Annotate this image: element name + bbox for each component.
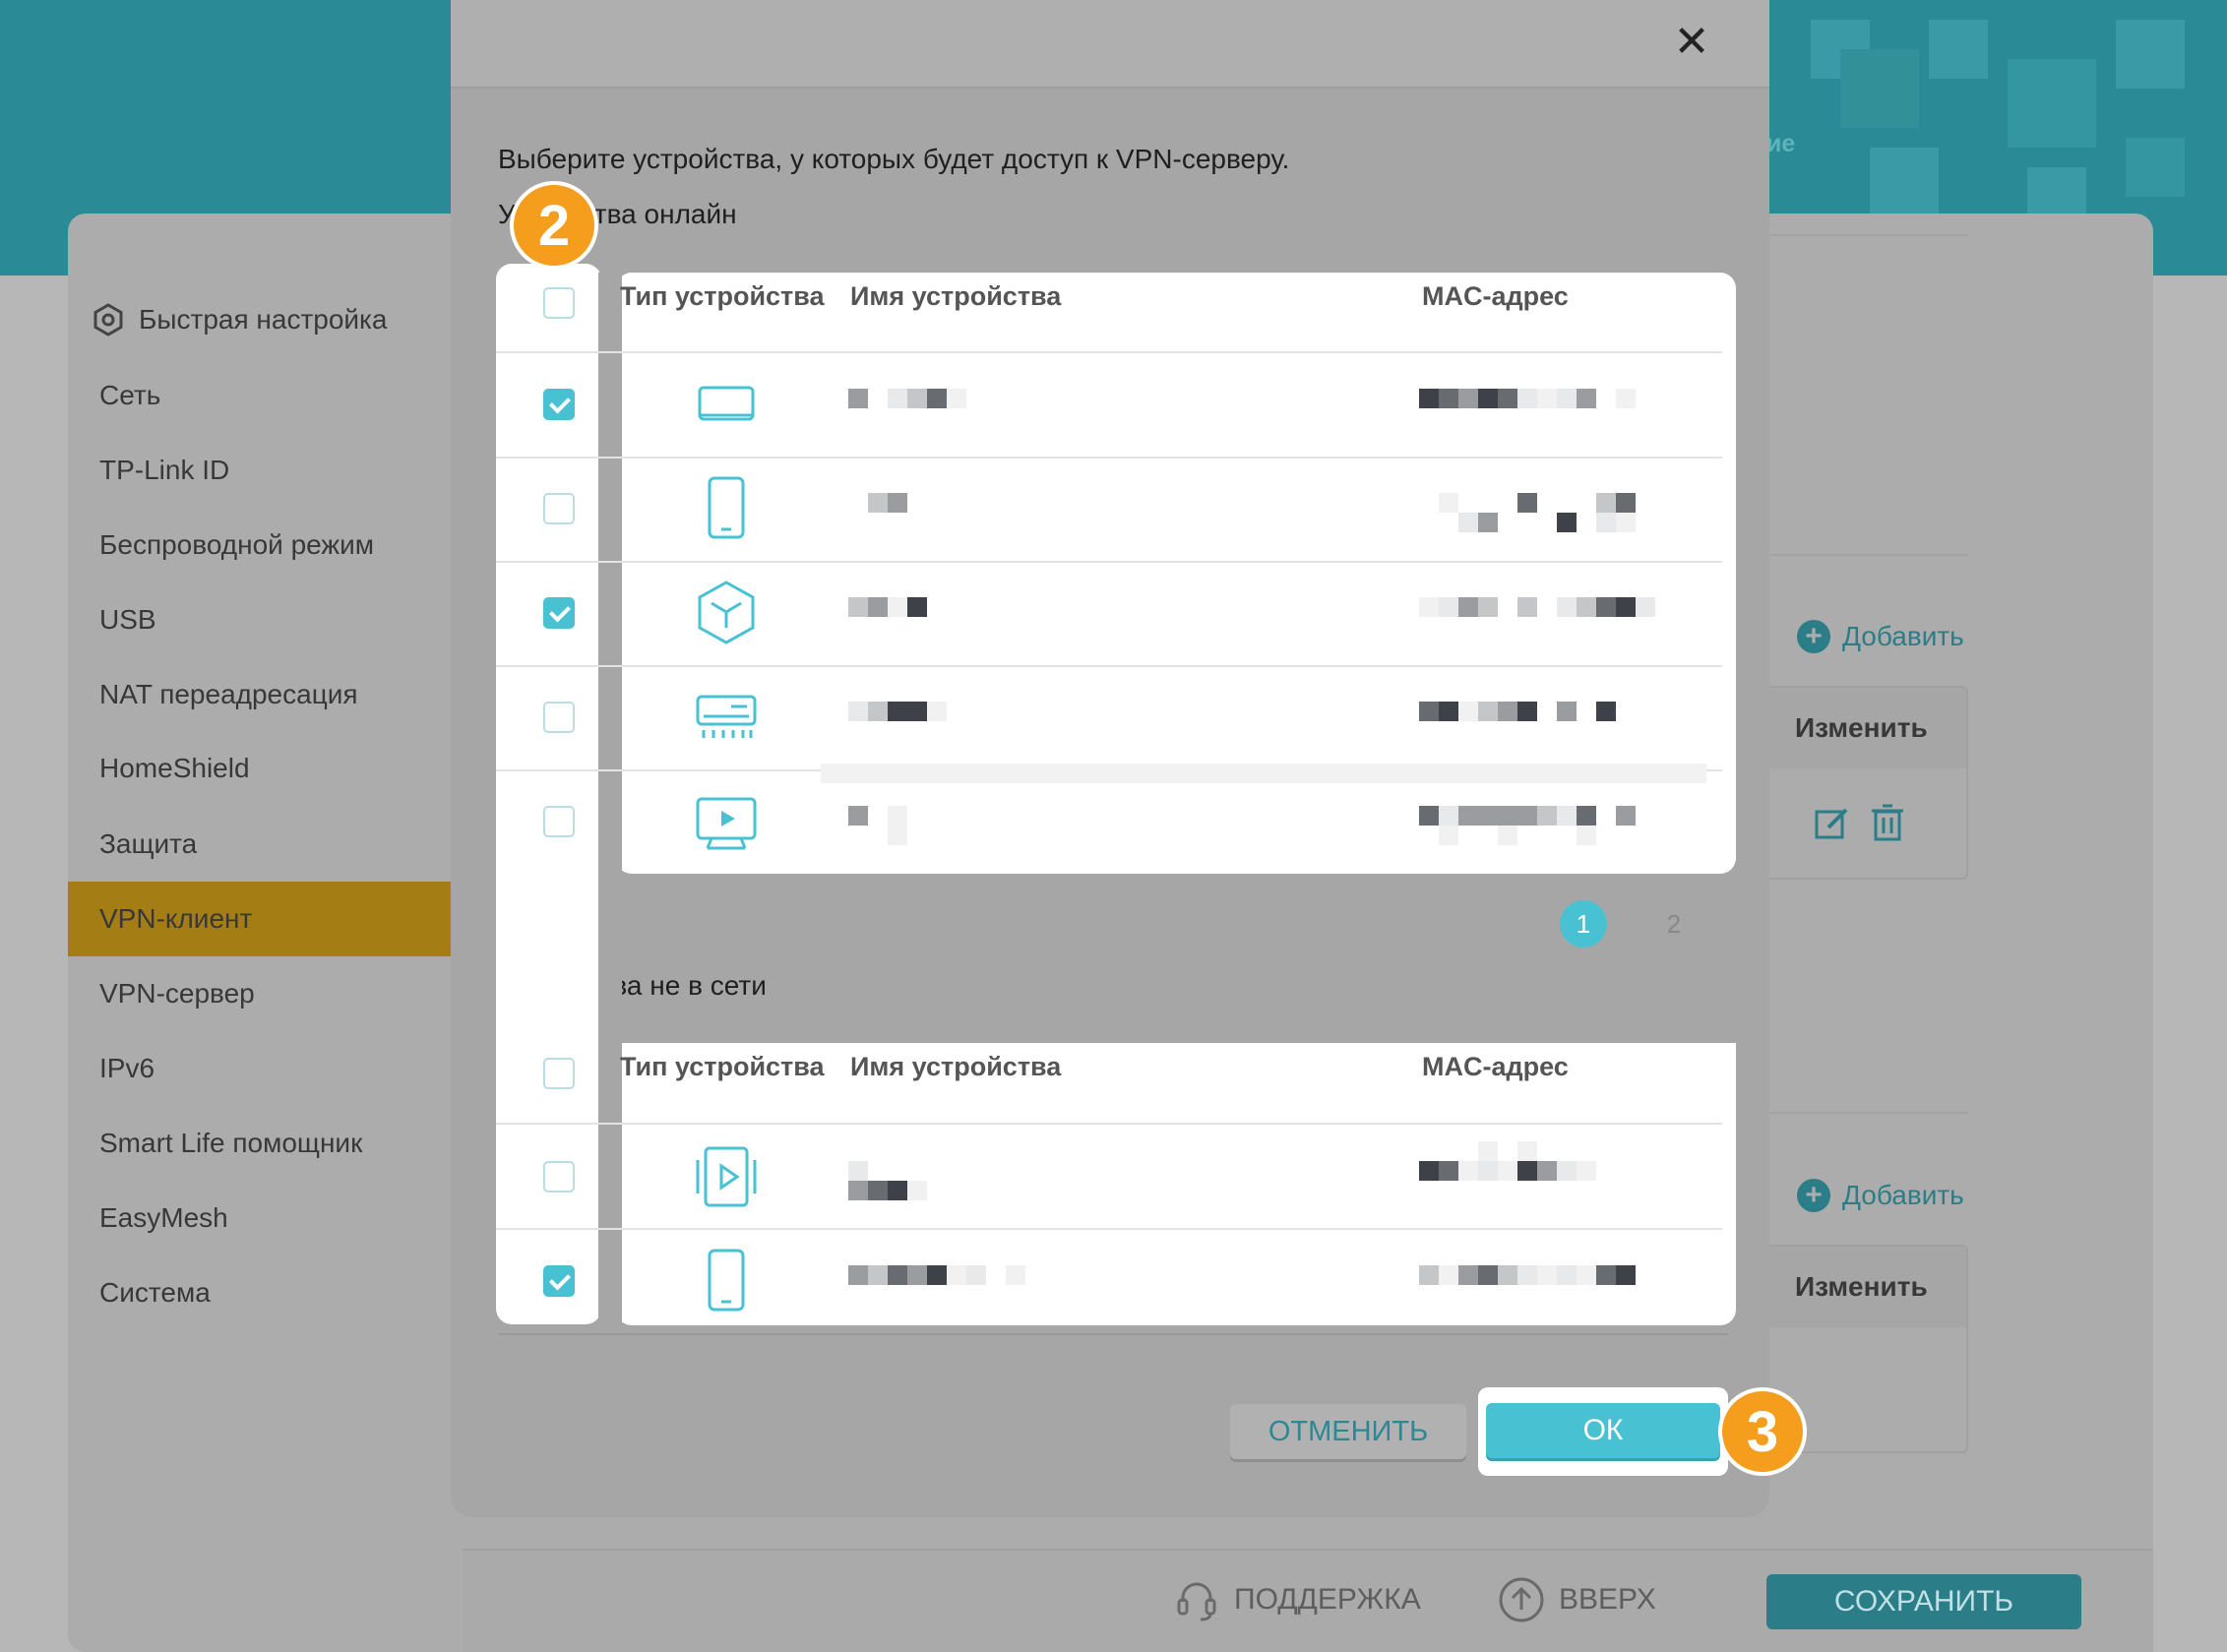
add-label: Добавить: [1842, 1180, 1964, 1210]
page-1-button[interactable]: 1: [1560, 900, 1607, 948]
col-header-mac: MAC-адрес: [1422, 281, 1569, 311]
col-header-mac: MAC-адрес: [1422, 1052, 1569, 1081]
col-header-type: Тип устройства: [620, 281, 825, 311]
row-divider: [496, 457, 1722, 459]
edit-column-header: Изменить: [1754, 1247, 1966, 1327]
row-divider: [496, 1228, 1722, 1230]
device-checkbox[interactable]: [543, 493, 575, 524]
support-link[interactable]: ПОДДЕРЖКА: [1173, 1576, 1421, 1623]
sidebar-item-label: Smart Life помощник: [99, 1128, 363, 1158]
sidebar-item[interactable]: EasyMesh: [68, 1181, 452, 1255]
sidebar-item-label: Сеть: [99, 380, 161, 410]
row-divider: [496, 665, 1722, 667]
online-title-suffix: тва онлайн: [593, 199, 737, 229]
sidebar-item-label: VPN-сервер: [99, 978, 255, 1009]
sidebar-item[interactable]: HomeShield: [68, 731, 452, 806]
back-to-top-link[interactable]: ВВЕРХ: [1498, 1576, 1656, 1623]
sidebar-item-label: IPv6: [99, 1053, 155, 1083]
online-devices-table: [616, 273, 1736, 874]
device-checkbox[interactable]: [543, 1264, 575, 1297]
add-button[interactable]: + Добавить: [1797, 1179, 1964, 1212]
header-divider: [496, 1123, 1722, 1125]
sidebar-item[interactable]: VPN-сервер: [68, 956, 452, 1031]
page-2-button[interactable]: 2: [1650, 900, 1698, 948]
sidebar-item-label: Беспроводной режим: [99, 529, 375, 560]
step-2-badge: 2: [510, 181, 598, 270]
column-gap: [598, 273, 622, 1325]
rules-table-1: Изменить: [1752, 686, 1968, 880]
device-checkbox[interactable]: [543, 1160, 575, 1193]
select-all-offline-checkbox[interactable]: [543, 1058, 575, 1089]
header-divider: [496, 351, 1722, 353]
sidebar-item-label: HomeShield: [99, 753, 250, 783]
sidebar-item[interactable]: Система: [68, 1255, 452, 1330]
col-header-name: Имя устройства: [850, 281, 1062, 311]
sidebar-item[interactable]: VPN-клиент: [68, 882, 452, 956]
sidebar-item-label: USB: [99, 604, 156, 635]
plus-icon: +: [1797, 1179, 1830, 1212]
close-icon[interactable]: ✕: [1667, 18, 1716, 67]
device-checkbox[interactable]: [543, 597, 575, 629]
tv-icon: [696, 797, 757, 850]
up-label: ВВЕРХ: [1559, 1583, 1656, 1616]
ok-button[interactable]: ОК: [1486, 1403, 1720, 1458]
delete-icon[interactable]: [1868, 802, 1907, 848]
sidebar-item[interactable]: USB: [68, 582, 452, 657]
device-checkbox[interactable]: [543, 806, 575, 837]
sidebar-item[interactable]: TP-Link ID: [68, 433, 452, 508]
edit-icon[interactable]: [1813, 804, 1852, 848]
sidebar-item-label: Система: [99, 1277, 211, 1308]
step-3-badge: 3: [1718, 1387, 1807, 1476]
cube-iot-icon: [698, 581, 755, 644]
save-button[interactable]: СОХРАНИТЬ: [1766, 1574, 2081, 1629]
device-checkbox[interactable]: [543, 702, 575, 733]
dialog-instruction: Выберите устройства, у которых будет дос…: [498, 144, 1290, 174]
support-label: ПОДДЕРЖКА: [1234, 1583, 1421, 1616]
col-header-type: Тип устройства: [620, 1052, 825, 1081]
edit-column-header: Изменить: [1754, 688, 1966, 768]
sidebar-item[interactable]: Защита: [68, 807, 452, 882]
sidebar-item-label: Защита: [99, 828, 198, 859]
add-button[interactable]: + Добавить: [1797, 620, 1964, 653]
gear-icon: [93, 303, 123, 337]
sidebar-item-label: TP-Link ID: [99, 455, 230, 485]
select-all-online-checkbox[interactable]: [543, 287, 575, 319]
sidebar-item[interactable]: IPv6: [68, 1031, 452, 1106]
media-player-icon: [696, 1146, 757, 1206]
divider: [1769, 234, 1968, 236]
header-text-fragment: ие: [1766, 130, 1796, 157]
sidebar-item[interactable]: Smart Life помощник: [68, 1106, 452, 1181]
sidebar-item[interactable]: Беспроводной режим: [68, 508, 452, 582]
sidebar-item-label: Быстрая настройка: [139, 304, 388, 335]
device-checkbox[interactable]: [543, 389, 575, 420]
sidebar-item-label: EasyMesh: [99, 1202, 228, 1233]
phone-icon: [708, 1249, 745, 1311]
sidebar-item[interactable]: Быстрая настройка: [68, 282, 452, 357]
headset-icon: [1177, 1582, 1216, 1621]
sidebar-item[interactable]: Сеть: [68, 358, 452, 433]
cancel-button[interactable]: ОТМЕНИТЬ: [1230, 1404, 1466, 1459]
dialog-header: [451, 0, 1769, 89]
sidebar-item-label: VPN-клиент: [99, 903, 253, 934]
divider: [1769, 554, 1968, 556]
add-label: Добавить: [1842, 621, 1964, 651]
row-divider: [496, 561, 1722, 563]
redacted-strip: [821, 764, 1706, 783]
laptop-icon: [698, 386, 755, 421]
divider: [1769, 1112, 1968, 1114]
air-conditioner-icon: [696, 695, 757, 738]
sidebar-item-label: NAT переадресация: [99, 679, 358, 709]
sidebar-item[interactable]: NAT переадресация: [68, 657, 452, 732]
col-header-name: Имя устройства: [850, 1052, 1062, 1081]
plus-icon: +: [1797, 620, 1830, 653]
dialog-divider: [498, 1333, 1728, 1335]
phone-icon: [708, 476, 745, 539]
arrow-up-circle-icon: [1499, 1577, 1544, 1622]
